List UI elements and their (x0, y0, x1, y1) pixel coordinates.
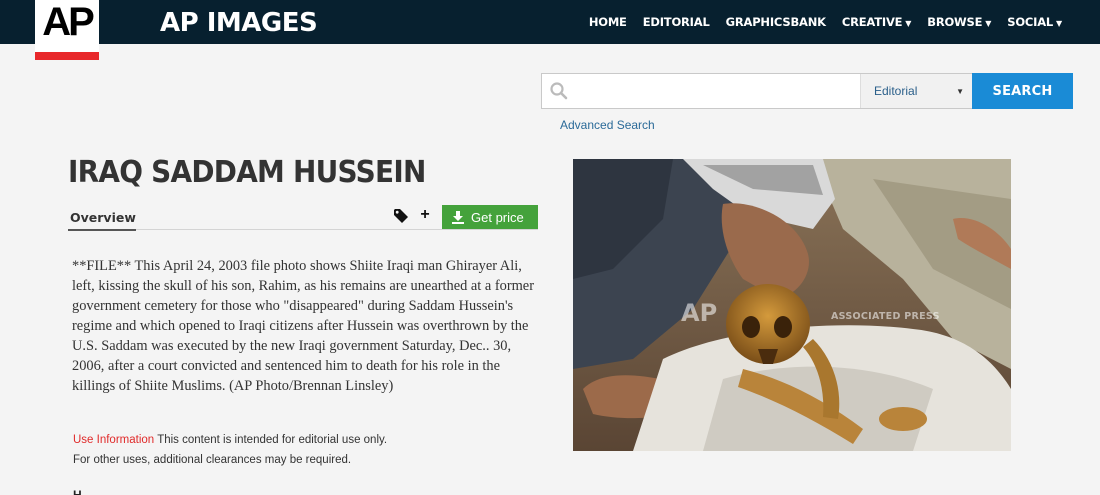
add-to-lightbox-icon[interactable]: + (418, 206, 432, 224)
cut-off-heading: H (73, 488, 82, 495)
nav-item-creative[interactable]: CREATIVE ▼ (841, 15, 912, 29)
nav-item-label: CREATIVE (841, 15, 903, 29)
nav-item-home[interactable]: HOME (589, 15, 627, 29)
chevron-down-icon: ▼ (905, 19, 912, 28)
active-tab-indicator (68, 229, 136, 231)
top-navigation-bar: AP AP IMAGES HOME EDITORIAL GRAPHICSBANK CR… (0, 0, 1100, 60)
chevron-down-icon: ▼ (1056, 19, 1062, 28)
ap-logo-red-bar (35, 52, 99, 60)
tag-icon[interactable] (393, 208, 409, 224)
chevron-down-icon: ▼ (985, 19, 992, 28)
nav-item-label: GRAPHICSBANK (725, 15, 826, 29)
news-photo[interactable]: AP ASSOCIATED PRESS (573, 159, 1011, 451)
advanced-search-link[interactable]: Advanced Search (560, 118, 655, 132)
ap-logo-text: AP (42, 0, 95, 44)
chevron-down-icon: ▼ (956, 86, 964, 96)
photo-caption: **FILE** This April 24, 2003 file photo … (72, 258, 534, 394)
get-price-label: Get price (471, 209, 524, 225)
nav-item-editorial[interactable]: EDITORIAL (643, 15, 710, 29)
use-information: Use Information This content is intended… (73, 430, 387, 470)
photo-illustration (573, 159, 1011, 451)
nav-item-graphicsbank[interactable]: GRAPHICSBANK (726, 15, 826, 29)
page-title: IRAQ SADDAM HUSSEIN (68, 155, 426, 190)
nav-item-browse[interactable]: BROWSE ▼ (927, 15, 991, 29)
search-category-select[interactable]: Editorial ▼ (860, 74, 972, 108)
search-bar: Editorial ▼ SEARCH (541, 73, 1073, 109)
search-input[interactable] (576, 74, 860, 108)
ap-logo[interactable]: AP (35, 0, 99, 60)
nav-item-label: SOCIAL (1007, 15, 1054, 29)
nav-item-label: EDITORIAL (642, 15, 710, 29)
use-information-text: This content is intended for editorial u… (157, 434, 388, 446)
use-information-text-2: For other uses, additional clearances ma… (73, 454, 352, 466)
tab-overview[interactable]: Overview (70, 210, 136, 225)
main-nav: HOME EDITORIAL GRAPHICSBANK CREATIVE ▼ BROWSE… (589, 0, 1062, 44)
nav-item-label: HOME (588, 15, 627, 29)
nav-item-social[interactable]: SOCIAL ▼ (1007, 15, 1062, 29)
download-icon (452, 210, 464, 224)
search-category-value: Editorial (874, 84, 918, 98)
search-icon (542, 74, 576, 108)
search-button[interactable]: SEARCH (972, 73, 1073, 109)
get-price-button[interactable]: Get price (442, 205, 538, 229)
brand-name[interactable]: AP IMAGES (160, 6, 318, 40)
photo-watermark-text: ASSOCIATED PRESS (831, 311, 940, 322)
use-information-link[interactable]: Use Information (73, 434, 154, 446)
detail-tab-bar: Overview + Get price (68, 205, 538, 231)
photo-watermark-logo: AP (681, 299, 718, 327)
nav-item-label: BROWSE (927, 15, 983, 29)
